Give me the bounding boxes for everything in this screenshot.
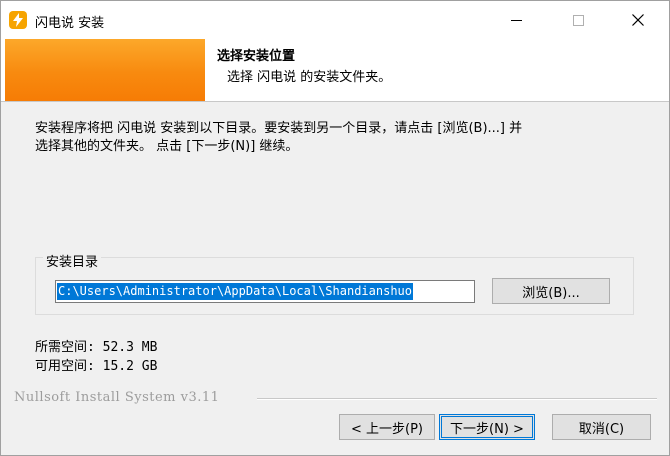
install-dir-label: 安装目录 <box>43 251 102 270</box>
space-available: 可用空间: 15.2 GB <box>35 359 158 374</box>
install-path-value: C:\Users\Administrator\AppData\Local\Sha… <box>57 283 414 300</box>
minimize-button[interactable] <box>493 1 539 39</box>
page-title: 选择安装位置 <box>217 49 296 64</box>
intro-line-2: 选择其他的文件夹。 点击 [下一步(N)] 继续。 <box>35 139 299 154</box>
install-path-input[interactable]: C:\Users\Administrator\AppData\Local\Sha… <box>55 280 475 303</box>
space-required: 所需空间: 52.3 MB <box>35 340 158 355</box>
back-button[interactable]: < 上一步(P) <box>339 414 435 440</box>
browse-button[interactable]: 浏览(B)... <box>492 278 610 304</box>
header-panel: 选择安装位置 选择 闪电说 的安装文件夹。 <box>1 39 669 102</box>
title-bar[interactable]: 闪电说 安装 <box>1 1 669 39</box>
page-subtitle: 选择 闪电说 的安装文件夹。 <box>227 70 392 85</box>
next-button[interactable]: 下一步(N) > <box>439 414 535 440</box>
intro-line-1: 安装程序将把 闪电说 安装到以下目录。要安装到另一个目录，请点击 [浏览(B).… <box>35 121 523 136</box>
footer-divider <box>257 398 657 400</box>
intro-text: 安装程序将把 闪电说 安装到以下目录。要安装到另一个目录，请点击 [浏览(B).… <box>35 120 645 156</box>
brand-banner <box>5 39 205 101</box>
lightning-app-icon <box>9 11 27 29</box>
installer-window: 闪电说 安装 选择安装位置 选择 闪电说 的安装文件夹。 安装程序将把 闪电说 … <box>0 0 670 456</box>
close-icon <box>632 14 644 26</box>
maximize-button[interactable] <box>555 1 601 39</box>
close-button[interactable] <box>615 1 661 39</box>
maximize-icon <box>572 14 584 26</box>
minimize-icon <box>510 19 522 21</box>
cancel-button[interactable]: 取消(C) <box>552 414 651 440</box>
nsis-branding: Nullsoft Install System v3.11 <box>14 390 220 405</box>
window-title: 闪电说 安装 <box>35 16 105 31</box>
